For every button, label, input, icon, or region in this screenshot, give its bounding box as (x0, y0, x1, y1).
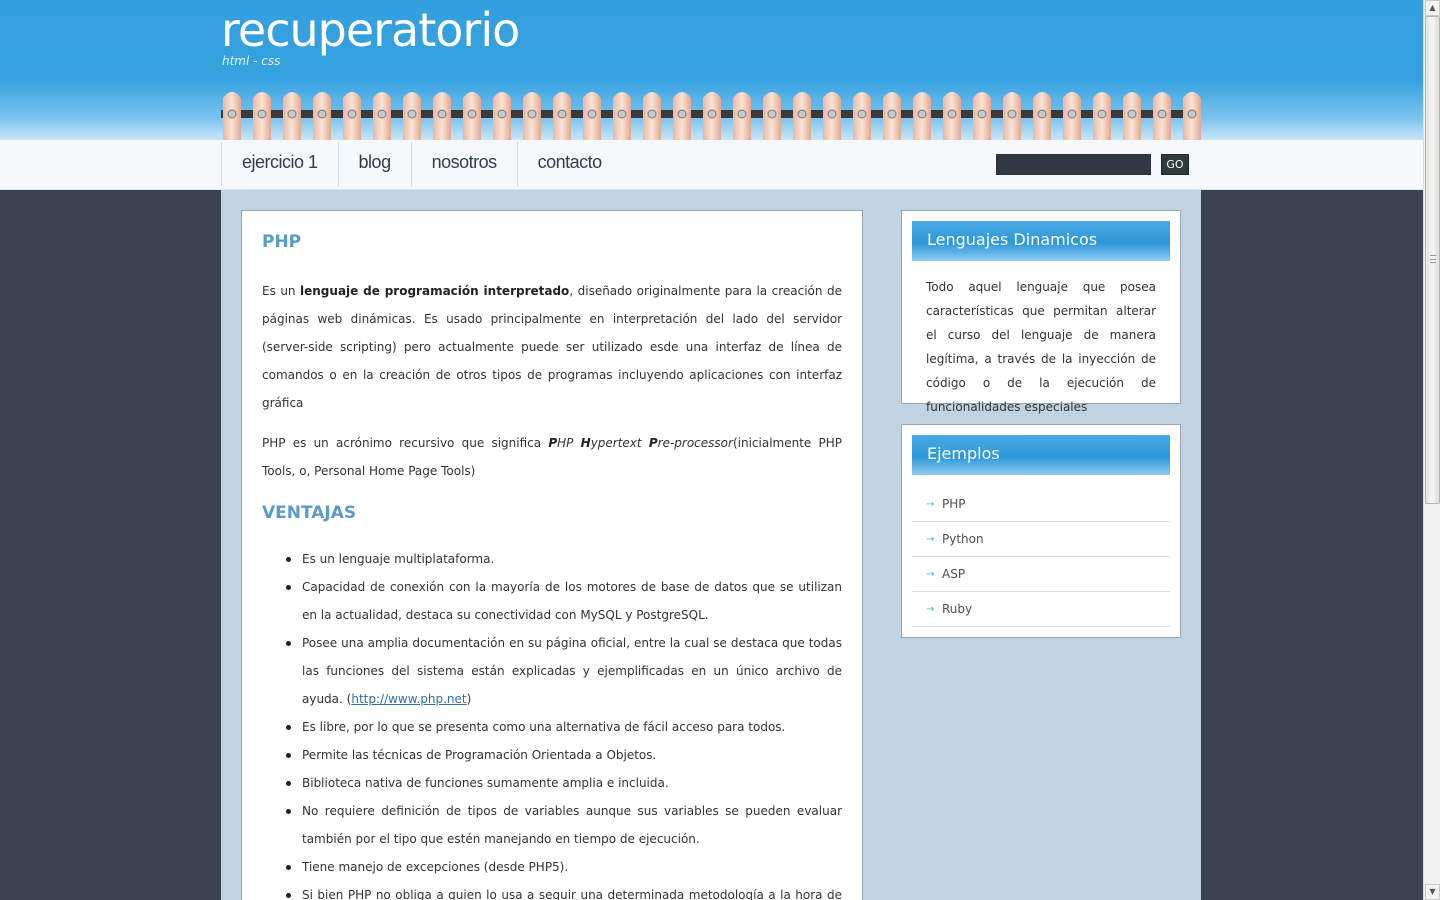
site-header: recuperatorio html - css (0, 0, 1423, 140)
arrow-right-icon: → (926, 604, 935, 615)
grip-icon (1430, 255, 1436, 263)
sidebar-examples-title: Ejemplos (912, 435, 1170, 475)
arrow-right-icon: → (926, 534, 935, 545)
arrow-right-icon: → (926, 499, 935, 510)
fence-decoration (221, 92, 1201, 140)
search-input[interactable] (996, 154, 1151, 175)
list-item: Posee una amplia documentación en su pág… (262, 629, 842, 713)
fence-bolt (797, 109, 807, 119)
fence-bolt (467, 109, 477, 119)
php-net-link[interactable]: http://www.php.net (351, 692, 466, 706)
list-item: Es libre, por lo que se presenta como un… (262, 713, 842, 741)
sidebar-examples: Ejemplos → PHP → Python → ASP → Ruby (901, 424, 1181, 638)
nav-item-blog[interactable]: blog (337, 142, 411, 186)
content-heading-php: PHP (262, 232, 302, 252)
list-item-text-end: ) (466, 692, 472, 706)
fence-bolt (1067, 109, 1077, 119)
fence-bolt (947, 109, 957, 119)
fence-bolt (557, 109, 567, 119)
fence-bolt (857, 109, 867, 119)
fence-bolt (407, 109, 417, 119)
acronym-expansion: PHP Hypertext Pre-processor (548, 436, 733, 450)
nav-item-contacto[interactable]: contacto (516, 142, 622, 186)
acronym-word-preprocessor: re-processor (657, 436, 733, 450)
nav-item-nosotros[interactable]: nosotros (410, 142, 517, 186)
list-item: Capacidad de conexión con la mayoría de … (262, 573, 842, 629)
acronym-letter-p: P (548, 436, 558, 450)
fence-bolt (377, 109, 387, 119)
list-item: Tiene manejo de excepciones (desde PHP5)… (262, 853, 842, 881)
main-nav: ejercicio 1 blog nosotros contacto (221, 140, 622, 190)
fence-bolt (1097, 109, 1107, 119)
fence-bolt (1187, 109, 1197, 119)
example-item-python[interactable]: → Python (912, 522, 1170, 557)
advantages-heading: VENTAJAS (262, 503, 357, 523)
nav-item-ejercicio-1[interactable]: ejercicio 1 (221, 142, 338, 186)
fence-bolt (977, 109, 987, 119)
fence-bolt (1037, 109, 1047, 119)
fence-bolt (347, 109, 357, 119)
site-tagline: html - css (222, 54, 281, 68)
site-title[interactable]: recuperatorio (221, 2, 520, 58)
acronym-text-start: PHP es un acrónimo recursivo que signifi… (262, 436, 549, 450)
main-content: PHP Es un lenguaje de programación inter… (241, 210, 863, 900)
fence-bolt (617, 109, 627, 119)
example-label: Python (942, 532, 984, 546)
fence-bolt (587, 109, 597, 119)
fence-bolt (317, 109, 327, 119)
list-item: Permite las técnicas de Programación Ori… (262, 741, 842, 769)
acronym-letter-p2: P (648, 436, 658, 450)
example-label: PHP (942, 497, 966, 511)
fence-bolt (887, 109, 897, 119)
fence-bolt (767, 109, 777, 119)
fence-bolt (647, 109, 657, 119)
intro-paragraph: Es un lenguaje de programación interpret… (262, 277, 842, 417)
fence-bolt (227, 109, 237, 119)
sidebar-dynamic-languages: Lenguajes Dinamicos Todo aquel lenguaje … (901, 210, 1181, 414)
fence-bolt (527, 109, 537, 119)
acronym-letter-h: H (580, 436, 591, 450)
acronym-word-php: HP (557, 436, 581, 450)
examples-list: → PHP → Python → ASP → Ruby (912, 487, 1170, 627)
intro-text-end: , diseñado originalmente para la creació… (262, 284, 842, 410)
scroll-down-icon[interactable]: ▼ (1425, 884, 1440, 900)
fence-bolt (287, 109, 297, 119)
list-item: Es un lenguaje multiplataforma. (262, 545, 842, 573)
intro-bold-term: lenguaje de programación interpretado (300, 284, 570, 298)
arrow-right-icon: → (926, 569, 935, 580)
sidebar-dynamic-title: Lenguajes Dinamicos (912, 221, 1170, 261)
example-label: Ruby (942, 602, 973, 616)
vertical-scrollbar[interactable]: ▲ ▼ (1423, 0, 1440, 900)
intro-text-start: Es un (262, 284, 301, 298)
fence-bolt (497, 109, 507, 119)
fence-bolt (1157, 109, 1167, 119)
page-wrap: PHP Es un lenguaje de programación inter… (221, 190, 1201, 900)
fence-bolt (1127, 109, 1137, 119)
example-item-php[interactable]: → PHP (912, 487, 1170, 522)
fence-bolt (707, 109, 717, 119)
fence-bolt (827, 109, 837, 119)
scrollbar-thumb[interactable] (1425, 16, 1440, 504)
scroll-up-icon[interactable]: ▲ (1425, 0, 1440, 16)
fence-bolt (257, 109, 267, 119)
sidebar-dynamic-text: Todo aquel lenguaje que posea caracterís… (926, 280, 1156, 414)
example-item-ruby[interactable]: → Ruby (912, 592, 1170, 627)
list-item: No requiere definición de tipos de varia… (262, 797, 842, 853)
nav-bar: ejercicio 1 blog nosotros contacto GO (0, 140, 1423, 190)
example-item-asp[interactable]: → ASP (912, 557, 1170, 592)
fence-bolt (677, 109, 687, 119)
advantages-list: Es un lenguaje multiplataforma. Capacida… (262, 545, 842, 900)
list-item: Si bien PHP no obliga a quien lo usa a s… (262, 881, 842, 900)
fence-bolt (917, 109, 927, 119)
list-item: Biblioteca nativa de funciones sumamente… (262, 769, 842, 797)
fence-bolt (737, 109, 747, 119)
acronym-word-hypertext: ypertext (590, 436, 649, 450)
fence-bolt (1007, 109, 1017, 119)
acronym-paragraph: PHP es un acrónimo recursivo que signifi… (262, 429, 842, 485)
search-go-button[interactable]: GO (1161, 154, 1189, 175)
example-label: ASP (942, 567, 966, 581)
fence-bolt (437, 109, 447, 119)
